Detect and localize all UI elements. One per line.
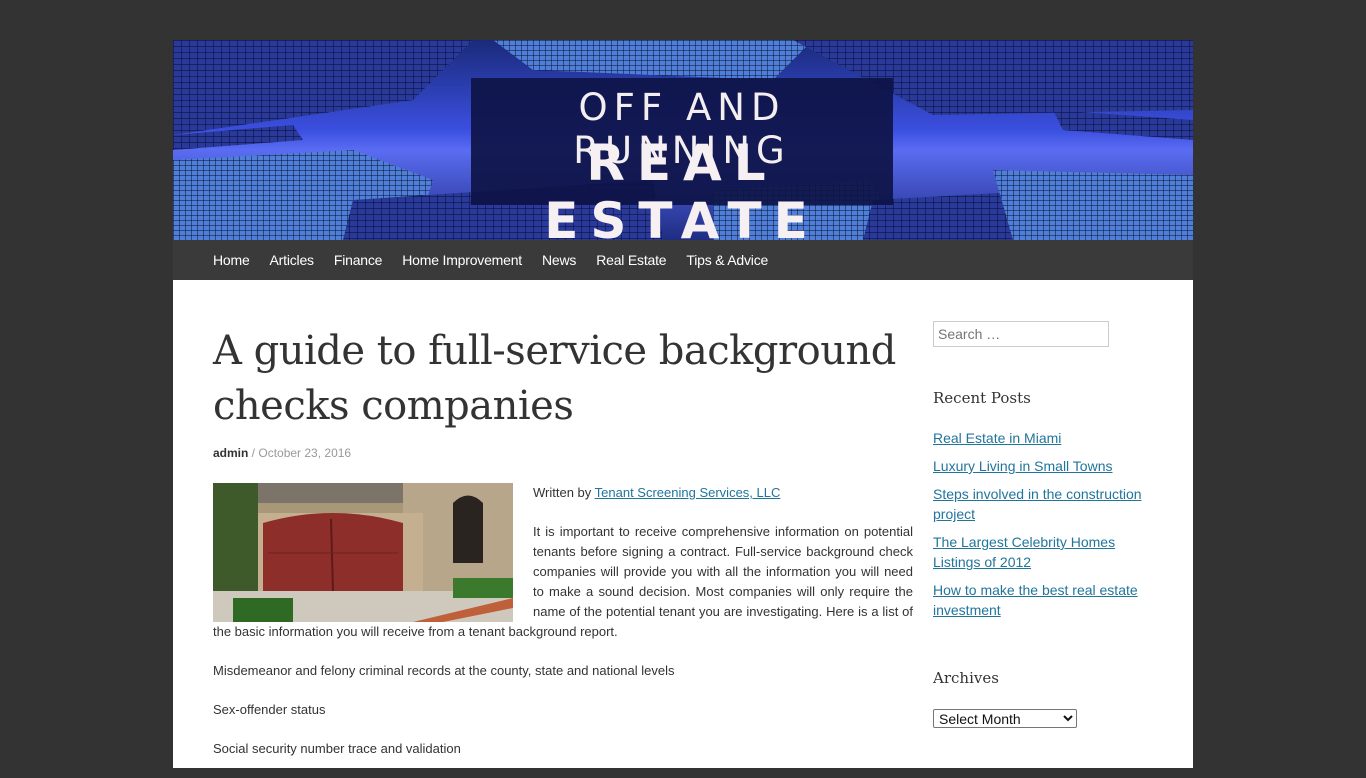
post-list-item: Social security number trace and validat… <box>213 741 461 756</box>
recent-posts-title: Recent Posts <box>933 389 1031 407</box>
garage-door-image <box>213 483 513 622</box>
recent-post-link[interactable]: Real Estate in Miami <box>933 430 1061 446</box>
page-container: OFF AND RUNNING REAL ESTATE Home Article… <box>173 40 1193 768</box>
post-list-item: Sex-offender status <box>213 702 326 717</box>
nav-item-finance[interactable]: Finance <box>334 240 383 280</box>
post-content: Written by Tenant Screening Services, LL… <box>213 483 913 778</box>
logo-line-2: REAL ESTATE <box>544 134 820 240</box>
author-company-link[interactable]: Tenant Screening Services, LLC <box>595 485 781 500</box>
nav-item-articles[interactable]: Articles <box>270 240 314 280</box>
nav-item-real-estate[interactable]: Real Estate <box>596 240 666 280</box>
header-banner[interactable]: OFF AND RUNNING REAL ESTATE <box>173 40 1193 240</box>
list-item: Luxury Living in Small Towns <box>933 456 1158 476</box>
list-item: How to make the best real estate investm… <box>933 580 1158 620</box>
nav-item-news[interactable]: News <box>542 240 576 280</box>
recent-post-link[interactable]: Luxury Living in Small Towns <box>933 458 1113 474</box>
post-list-item: Misdemeanor and felony criminal records … <box>213 663 675 678</box>
nav-item-tips-advice[interactable]: Tips & Advice <box>686 240 768 280</box>
site-logo[interactable]: OFF AND RUNNING REAL ESTATE <box>471 78 893 240</box>
search-input[interactable] <box>933 321 1109 347</box>
recent-post-link[interactable]: Steps involved in the construction proje… <box>933 486 1142 522</box>
house-photo <box>213 483 513 622</box>
meta-separator: / <box>248 446 259 460</box>
post-author[interactable]: admin <box>213 446 248 460</box>
post-meta: admin / October 23, 2016 <box>213 446 351 460</box>
nav-item-home[interactable]: Home <box>213 240 250 280</box>
main-navigation: Home Articles Finance Home Improvement N… <box>173 240 1193 280</box>
recent-posts-list: Real Estate in Miami Luxury Living in Sm… <box>933 428 1158 628</box>
post-title: A guide to full-service background check… <box>213 328 896 429</box>
recent-post-link[interactable]: The Largest Celebrity Homes Listings of … <box>933 534 1115 570</box>
list-item: The Largest Celebrity Homes Listings of … <box>933 532 1158 572</box>
list-item: Real Estate in Miami <box>933 428 1158 448</box>
nav-item-home-improvement[interactable]: Home Improvement <box>402 240 522 280</box>
archives-title: Archives <box>933 669 999 687</box>
archives-dropdown[interactable]: Select Month <box>933 709 1077 728</box>
list-item: Steps involved in the construction proje… <box>933 484 1158 524</box>
written-by-prefix: Written by <box>533 485 595 500</box>
recent-post-link[interactable]: How to make the best real estate investm… <box>933 582 1138 618</box>
post-date[interactable]: October 23, 2016 <box>258 446 351 460</box>
